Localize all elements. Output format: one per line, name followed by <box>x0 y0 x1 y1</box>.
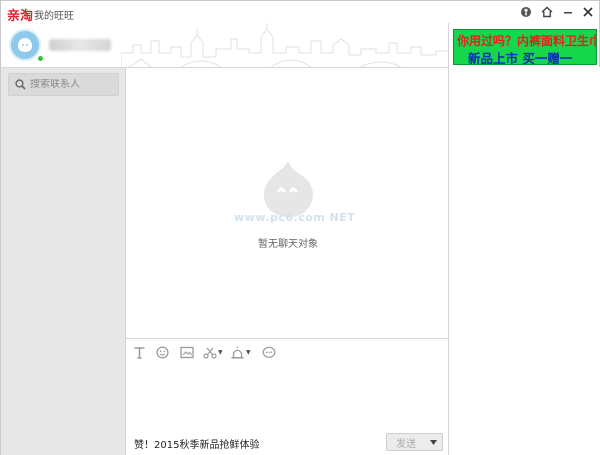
chevron-down-icon[interactable]: ▼ <box>246 349 251 356</box>
more-icon[interactable] <box>262 345 276 360</box>
online-status-indicator <box>37 55 44 62</box>
empty-chat-message: 暂无聊天对象 <box>258 239 318 250</box>
minimize-icon[interactable] <box>560 4 576 20</box>
username-blurred[interactable] <box>49 39 111 51</box>
window-title: 我的旺旺 <box>34 11 74 22</box>
city-skyline-decoration <box>121 23 448 67</box>
watermark-text: www.pc6.com NET <box>234 211 356 224</box>
chevron-down-icon <box>430 439 437 445</box>
avatar[interactable] <box>9 29 41 61</box>
scissors-icon[interactable]: ▼ <box>203 345 223 360</box>
search-icon <box>15 79 26 90</box>
promo-link[interactable]: 赞！2015秋季新品抢鲜体验 <box>134 436 259 451</box>
contact-search-input[interactable] <box>30 79 116 90</box>
wangwang-window: 亲淘 我的旺旺 你用过吗？内裤面料卫生巾 新品上市 买一赠一 搜索联系人 www… <box>0 0 600 455</box>
contact-search-box[interactable] <box>8 73 119 96</box>
emoji-icon[interactable] <box>156 345 169 360</box>
ad-subline: 新品上市 买一赠一 <box>468 51 573 65</box>
wangwang-avatar-icon <box>18 38 32 52</box>
alert-icon[interactable]: ▼ <box>230 345 251 360</box>
home-icon[interactable] <box>539 4 555 20</box>
close-icon[interactable] <box>580 4 596 20</box>
ad-headline: 你用过吗？内裤面料卫生巾 <box>457 34 597 48</box>
send-button[interactable]: 发送 <box>386 433 426 451</box>
title-bar[interactable]: 亲淘 我的旺旺 <box>1 1 599 24</box>
help-icon[interactable] <box>518 4 534 20</box>
chevron-down-icon[interactable]: ▼ <box>218 349 223 356</box>
message-input-area[interactable] <box>126 366 448 431</box>
chat-footer: 赞！2015秋季新品抢鲜体验 发送 <box>126 431 448 455</box>
app-logo: 亲淘 <box>7 9 34 24</box>
chat-toolbar: ▼ ▼ <box>126 338 448 366</box>
ad-banner[interactable]: 你用过吗？内裤面料卫生巾 新品上市 买一赠一 <box>453 29 597 65</box>
text-format-icon[interactable] <box>133 345 146 360</box>
send-options-button[interactable] <box>425 433 443 451</box>
image-icon[interactable] <box>180 345 194 360</box>
contacts-panel <box>1 67 126 455</box>
side-info-panel <box>449 67 600 455</box>
chat-message-area: www.pc6.com NET 暂无聊天对象 <box>126 67 448 338</box>
